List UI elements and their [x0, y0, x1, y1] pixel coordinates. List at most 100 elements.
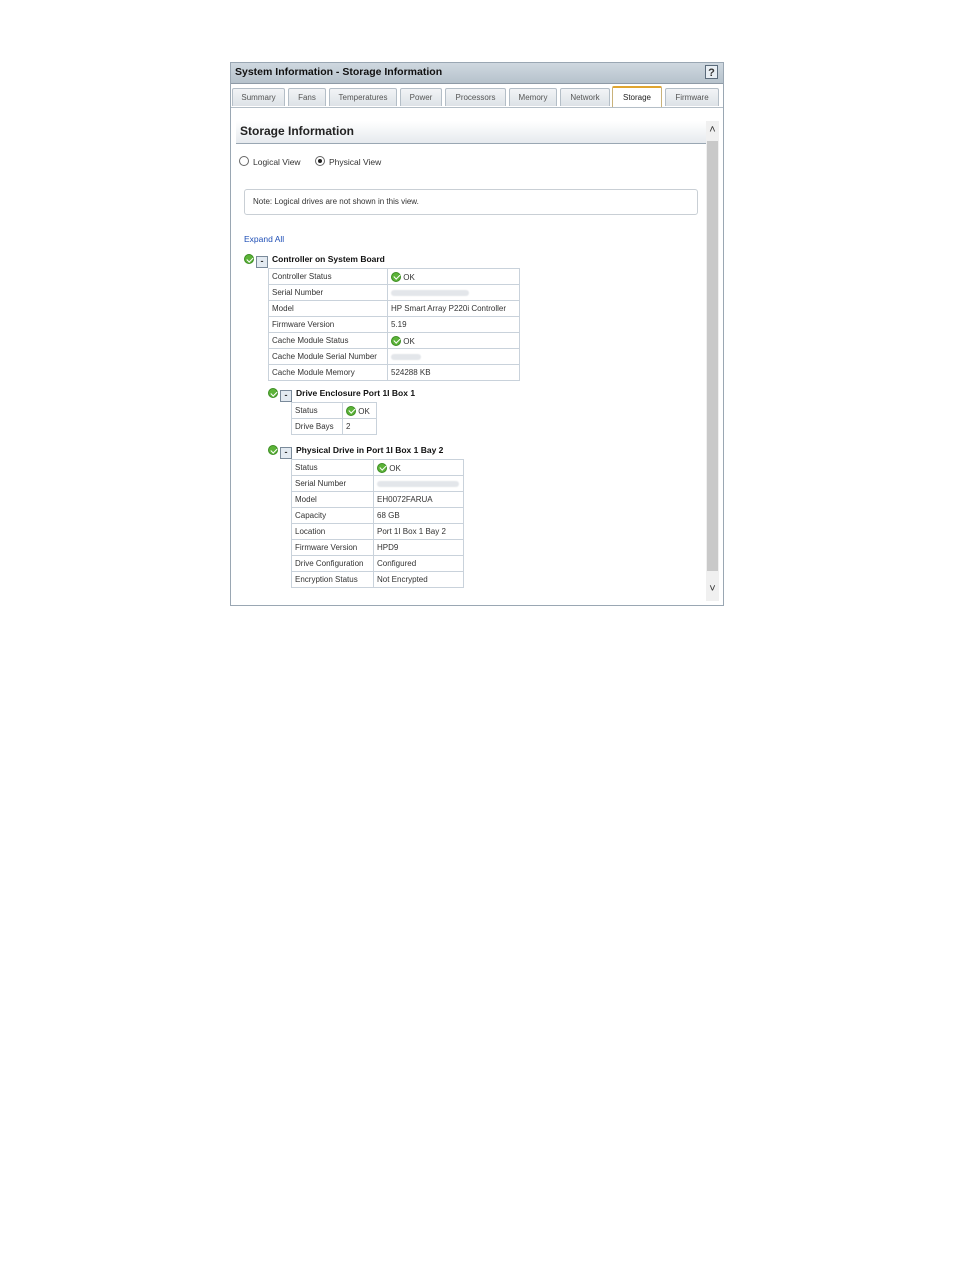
row-value: HP Smart Array P220i Controller — [387, 300, 520, 317]
table-row: Encryption Status Not Encrypted — [291, 571, 464, 588]
row-label: Capacity — [291, 507, 374, 524]
table-row: Status OK — [291, 402, 377, 419]
table-row: Cache Module Serial Number — [268, 348, 520, 365]
ok-status-icon — [244, 254, 254, 264]
row-label: Serial Number — [268, 284, 388, 301]
table-row: Serial Number — [268, 284, 520, 301]
row-label: Cache Module Status — [268, 332, 388, 349]
tab-temperatures[interactable]: Temperatures — [329, 88, 397, 106]
row-label: Cache Module Memory — [268, 364, 388, 381]
ok-status-icon — [346, 405, 356, 416]
table-row: Drive Configuration Configured — [291, 555, 464, 572]
ok-status-icon — [391, 335, 401, 346]
row-label: Model — [291, 491, 374, 508]
row-value — [387, 348, 520, 365]
row-value: 5.19 — [387, 316, 520, 333]
window-title: System Information - Storage Information — [235, 66, 443, 78]
table-row: Serial Number — [291, 475, 464, 492]
ok-status-icon — [268, 445, 278, 455]
redacted-serial — [391, 353, 421, 360]
tab-network[interactable]: Network — [560, 88, 610, 106]
status-text: OK — [403, 272, 415, 282]
physical-view-option[interactable]: Physical View — [315, 156, 381, 167]
tab-fans[interactable]: Fans — [288, 88, 326, 106]
row-label: Firmware Version — [291, 539, 374, 556]
collapse-controller-button[interactable]: - — [256, 256, 268, 268]
row-label: Serial Number — [291, 475, 374, 492]
row-value: HPD9 — [373, 539, 464, 556]
row-value: OK — [373, 459, 464, 476]
row-value: EH0072FARUA — [373, 491, 464, 508]
row-value: Port 1I Box 1 Bay 2 — [373, 523, 464, 540]
table-row: Status OK — [291, 459, 464, 476]
tab-bar: Summary Fans Temperatures Power Processo… — [231, 86, 723, 107]
row-value: 68 GB — [373, 507, 464, 524]
scroll-up-icon[interactable]: ˄ — [706, 123, 719, 137]
scrollbar-thumb[interactable] — [707, 141, 718, 571]
status-text: OK — [389, 463, 401, 473]
table-row: Model EH0072FARUA — [291, 491, 464, 508]
table-row: Capacity 68 GB — [291, 507, 464, 524]
row-value — [387, 284, 520, 301]
status-text: OK — [358, 406, 370, 416]
table-row: Model HP Smart Array P220i Controller — [268, 300, 520, 317]
physical-drive-node: - Physical Drive in Port 1I Box 1 Bay 2 — [268, 445, 443, 459]
enclosure-node: - Drive Enclosure Port 1I Box 1 — [268, 388, 415, 402]
row-label: Cache Module Serial Number — [268, 348, 388, 365]
row-label: Location — [291, 523, 374, 540]
expand-all-link[interactable]: Expand All — [244, 234, 284, 244]
table-row: Firmware Version 5.19 — [268, 316, 520, 333]
physical-view-radio[interactable] — [315, 156, 325, 166]
status-text: OK — [403, 336, 415, 346]
note-box: Note: Logical drives are not shown in th… — [244, 189, 698, 215]
row-value — [373, 475, 464, 492]
row-label: Firmware Version — [268, 316, 388, 333]
redacted-serial — [391, 289, 469, 296]
row-label: Drive Configuration — [291, 555, 374, 572]
physical-view-label: Physical View — [329, 157, 382, 167]
tab-firmware[interactable]: Firmware — [665, 88, 719, 106]
help-icon[interactable]: ? — [705, 65, 718, 79]
row-label: Controller Status — [268, 268, 388, 285]
enclosure-title: Drive Enclosure Port 1I Box 1 — [296, 388, 416, 398]
section-header: Storage Information — [236, 121, 706, 144]
tab-summary[interactable]: Summary — [232, 88, 285, 106]
table-row: Location Port 1I Box 1 Bay 2 — [291, 523, 464, 540]
storage-panel: Storage Information ˄ ˅ Logical View Phy… — [231, 108, 723, 605]
row-label: Model — [268, 300, 388, 317]
tab-memory[interactable]: Memory — [509, 88, 557, 106]
row-label: Drive Bays — [291, 418, 343, 435]
tab-power[interactable]: Power — [400, 88, 442, 106]
scroll-down-icon[interactable]: ˅ — [706, 582, 719, 596]
vertical-scrollbar[interactable]: ˄ ˅ — [706, 121, 719, 601]
table-row: Firmware Version HPD9 — [291, 539, 464, 556]
drive-title: Physical Drive in Port 1I Box 1 Bay 2 — [296, 445, 444, 455]
row-value: OK — [387, 332, 520, 349]
table-row: Cache Module Memory 524288 KB — [268, 364, 520, 381]
redacted-serial — [377, 480, 459, 487]
ok-status-icon — [268, 388, 278, 398]
drive-table: Status OK Serial Number Model EH0072FARUA… — [291, 459, 464, 588]
controller-table: Controller Status OK Serial Number Model… — [268, 268, 520, 381]
table-row: Cache Module Status OK — [268, 332, 520, 349]
row-value: 524288 KB — [387, 364, 520, 381]
controller-node: - Controller on System Board — [244, 254, 385, 268]
table-row: Drive Bays 2 — [291, 418, 377, 435]
logical-view-option[interactable]: Logical View — [239, 156, 301, 167]
row-value: OK — [387, 268, 520, 285]
section-title: Storage Information — [240, 124, 355, 138]
row-label: Encryption Status — [291, 571, 374, 588]
logical-view-label: Logical View — [253, 157, 301, 167]
controller-title: Controller on System Board — [272, 254, 385, 264]
logical-view-radio[interactable] — [239, 156, 249, 166]
system-information-window: System Information - Storage Information… — [230, 62, 724, 606]
row-value: Configured — [373, 555, 464, 572]
table-row: Controller Status OK — [268, 268, 520, 285]
window-titlebar: System Information - Storage Information… — [231, 63, 723, 84]
enclosure-table: Status OK Drive Bays 2 — [291, 402, 377, 435]
tab-storage[interactable]: Storage — [612, 86, 662, 107]
row-value: OK — [342, 402, 377, 419]
tab-processors[interactable]: Processors — [445, 88, 506, 106]
collapse-enclosure-button[interactable]: - — [280, 390, 292, 402]
collapse-drive-button[interactable]: - — [280, 447, 292, 459]
